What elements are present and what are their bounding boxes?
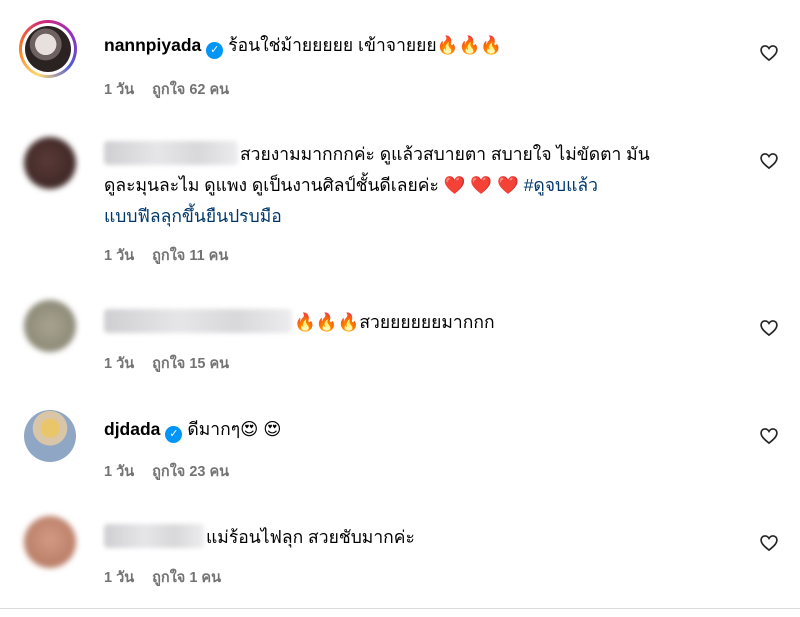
comment-text: ดีมากๆ😍 😍 [187, 419, 282, 439]
comment-text-line-1: สวยงามมากกกค่ะ ดูแล้วสบายตา สบายใจ ไม่ขั… [240, 144, 650, 164]
avatar[interactable] [24, 410, 76, 462]
comment-body: 🔥🔥🔥สวยยยยยยมากกก [104, 307, 495, 338]
username[interactable]: djdada [104, 419, 160, 439]
like-count[interactable]: ถูกใจ 1 คน [152, 570, 221, 586]
comment-time[interactable]: 1 วัน [104, 82, 134, 98]
comment-time[interactable]: 1 วัน [104, 356, 134, 372]
comment-body-line-2: ดูละมุนละไม ดูแพง ดูเป็นงานศิลป์ชั้นดีเล… [104, 170, 598, 201]
like-count[interactable]: ถูกใจ 23 คน [152, 464, 229, 480]
username[interactable]: nannpiyada [104, 35, 201, 55]
like-count[interactable]: ถูกใจ 62 คน [152, 82, 229, 98]
username-redacted [104, 309, 292, 333]
verified-badge-icon: ✓ [165, 426, 183, 443]
comment-meta: 1 วัน ถูกใจ 11 คน [104, 244, 246, 267]
comment-meta: 1 วัน ถูกใจ 62 คน [104, 78, 247, 101]
comment-body: แม่ร้อนไฟลุก สวยชับมากค่ะ [104, 522, 415, 553]
comment-body: djdada ✓ ดีมากๆ😍 😍 [104, 414, 281, 445]
comment-text-line-2: ดูละมุนละไม ดูแพง ดูเป็นงานศิลป์ชั้นดีเล… [104, 175, 524, 195]
heart-outline-icon[interactable] [759, 318, 779, 338]
heart-outline-icon[interactable] [759, 43, 779, 63]
comment-text: 🔥🔥🔥สวยยยยยยมากกก [294, 312, 495, 332]
comment-body-line-3: แบบฟีลลุกขึ้นยืนปรบมือ [104, 201, 282, 232]
hashtag-link[interactable]: #ดูจบแล้ว [524, 175, 598, 195]
comment-body: nannpiyada ✓ ร้อนใช่ม้ายยยยย เข้าจายยย🔥🔥🔥 [104, 30, 502, 61]
comment-meta: 1 วัน ถูกใจ 23 คน [104, 460, 247, 483]
avatar[interactable] [24, 516, 76, 568]
heart-outline-icon[interactable] [759, 533, 779, 553]
comment-text: แม่ร้อนไฟลุก สวยชับมากค่ะ [206, 527, 415, 547]
verified-badge-icon: ✓ [206, 42, 224, 59]
heart-outline-icon[interactable] [759, 151, 779, 171]
comment-time[interactable]: 1 วัน [104, 464, 134, 480]
username-redacted [104, 524, 204, 548]
comment-meta: 1 วัน ถูกใจ 1 คน [104, 566, 239, 589]
username-redacted [104, 141, 238, 165]
avatar[interactable] [24, 300, 76, 352]
comment-body: สวยงามมากกกค่ะ ดูแล้วสบายตา สบายใจ ไม่ขั… [104, 139, 650, 170]
heart-outline-icon[interactable] [759, 426, 779, 446]
like-count[interactable]: ถูกใจ 11 คน [152, 248, 228, 264]
divider [0, 608, 800, 609]
comment-meta: 1 วัน ถูกใจ 15 คน [104, 352, 247, 375]
like-count[interactable]: ถูกใจ 15 คน [152, 356, 229, 372]
avatar[interactable] [19, 20, 77, 78]
comment-time[interactable]: 1 วัน [104, 570, 134, 586]
comment-time[interactable]: 1 วัน [104, 248, 134, 264]
comment-text: ร้อนใช่ม้ายยยยย เข้าจายยย🔥🔥🔥 [228, 35, 503, 55]
hashtag-link-continued[interactable]: แบบฟีลลุกขึ้นยืนปรบมือ [104, 206, 282, 226]
avatar[interactable] [24, 137, 76, 189]
